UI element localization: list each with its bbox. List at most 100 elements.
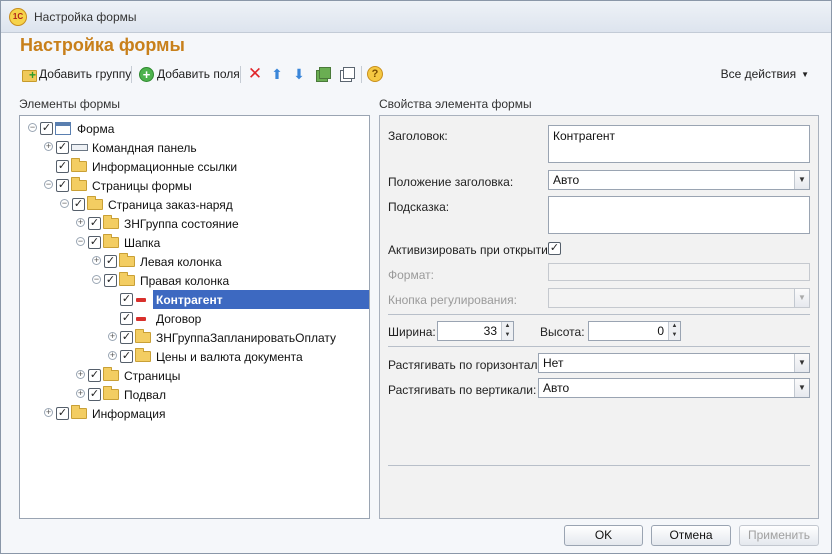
folder-icon	[71, 158, 87, 172]
tree-item-label: Подвал	[124, 388, 166, 402]
folder-add-icon	[21, 66, 37, 82]
all-actions-menu[interactable]: Все действия ▼	[721, 64, 809, 84]
checkbox-checked-icon[interactable]: ✓	[88, 236, 101, 249]
help-button[interactable]: ?	[367, 64, 383, 84]
tree-item-command-panel[interactable]: + ✓ Командная панель	[20, 138, 369, 157]
ok-button[interactable]: OK	[564, 525, 643, 546]
chevron-down-icon[interactable]: ▼	[794, 379, 809, 397]
title-bar: 1С Настройка формы	[1, 1, 831, 33]
checkbox-checked-icon[interactable]: ✓	[104, 255, 117, 268]
checkbox-checked-icon[interactable]: ✓	[40, 122, 53, 135]
stretch-horizontal-select[interactable]: Нет ▼	[538, 353, 810, 373]
tree-item-prices-currency[interactable]: + ✓ Цены и валюта документа	[20, 347, 369, 366]
checkbox-checked-icon[interactable]: ✓	[56, 160, 69, 173]
divider	[388, 346, 810, 347]
spin-updown-icon[interactable]: ▲ ▼	[501, 322, 513, 340]
tree-item-contract[interactable]: ✓ Договор	[20, 309, 369, 328]
height-field[interactable]: 0 ▲ ▼	[588, 321, 681, 341]
tree-item-zn-group-plan-payment[interactable]: + ✓ ЗНГруппаЗапланироватьОплату	[20, 328, 369, 347]
format-field	[548, 263, 810, 281]
checkbox-checked-icon[interactable]: ✓	[88, 388, 101, 401]
expand-icon[interactable]: +	[76, 218, 85, 227]
app-logo-icon: 1С	[9, 8, 27, 26]
divider	[388, 314, 810, 315]
tree-item-page-order[interactable]: − ✓ Страница заказ-наряд	[20, 195, 369, 214]
check-all-button[interactable]	[315, 64, 331, 84]
tree-item-footer[interactable]: + ✓ Подвал	[20, 385, 369, 404]
checkbox-checked-icon[interactable]: ✓	[120, 350, 133, 363]
expand-icon[interactable]: +	[76, 370, 85, 379]
tree-item-label: ЗНГруппа состояние	[124, 217, 239, 231]
tree-item-label: Шапка	[124, 236, 161, 250]
width-field[interactable]: 33 ▲ ▼	[437, 321, 514, 341]
checkbox-checked-icon[interactable]: ✓	[88, 217, 101, 230]
window-title: Настройка формы	[34, 10, 137, 24]
add-fields-button[interactable]: + Добавить поля	[139, 64, 240, 84]
chevron-down-icon[interactable]: ▼	[794, 171, 809, 189]
checkbox-checked-icon[interactable]: ✓	[120, 331, 133, 344]
adjust-button-select: ▼	[548, 288, 810, 308]
spin-updown-icon[interactable]: ▲ ▼	[668, 322, 680, 340]
title-field[interactable]: Контрагент	[548, 125, 810, 163]
expand-icon[interactable]: +	[44, 142, 53, 151]
adjust-button-label: Кнопка регулирования:	[388, 293, 517, 307]
stretch-vertical-select[interactable]: Авто ▼	[538, 378, 810, 398]
tree-item-zn-group-state[interactable]: + ✓ ЗНГруппа состояние	[20, 214, 369, 233]
toolbar-divider	[361, 66, 362, 83]
checkbox-checked-icon[interactable]: ✓	[120, 293, 133, 306]
stretch-vertical-value: Авто	[543, 381, 570, 395]
tree-item-label: Информационные ссылки	[92, 160, 238, 174]
checkbox-checked-icon[interactable]: ✓	[88, 369, 101, 382]
expand-icon[interactable]: +	[44, 408, 53, 417]
collapse-icon[interactable]: −	[92, 275, 101, 284]
checkbox-checked-icon[interactable]: ✓	[56, 407, 69, 420]
cancel-button[interactable]: Отмена	[651, 525, 731, 546]
collapse-icon[interactable]: −	[76, 237, 85, 246]
add-group-button[interactable]: Добавить группу	[21, 64, 131, 84]
tree-item-label: Командная панель	[92, 141, 197, 155]
tree-item-forma[interactable]: − ✓ Форма	[20, 119, 369, 138]
tree-item-counterparty[interactable]: ✓ Контрагент	[20, 290, 369, 309]
width-label: Ширина:	[388, 325, 436, 339]
collapse-icon[interactable]: −	[28, 123, 37, 132]
tree-item-info-links[interactable]: ✓ Информационные ссылки	[20, 157, 369, 176]
checkbox-checked-icon[interactable]: ✓	[56, 179, 69, 192]
move-down-button[interactable]: ⬇	[291, 64, 307, 84]
uncheck-all-button[interactable]	[339, 64, 355, 84]
tree-item-header[interactable]: − ✓ Шапка	[20, 233, 369, 252]
expand-icon[interactable]: +	[76, 389, 85, 398]
expand-icon[interactable]: +	[108, 332, 117, 341]
checkbox-checked-icon[interactable]: ✓	[120, 312, 133, 325]
expand-icon[interactable]: +	[108, 351, 117, 360]
tree-item-label: Договор	[156, 312, 202, 326]
form-elements-tree[interactable]: − ✓ Форма + ✓ Командная панель ✓ Информа…	[19, 115, 370, 519]
delete-button[interactable]: ✕	[247, 64, 263, 84]
title-position-label: Положение заголовка:	[388, 175, 514, 189]
tree-item-right-column[interactable]: − ✓ Правая колонка	[20, 271, 369, 290]
activate-on-open-checkbox[interactable]: ✓	[548, 242, 561, 255]
apply-button[interactable]: Применить	[739, 525, 819, 546]
toolbar: Добавить группу + Добавить поля ✕ ⬆ ⬇ ? …	[19, 64, 819, 84]
tree-item-form-pages[interactable]: − ✓ Страницы формы	[20, 176, 369, 195]
tree-item-information[interactable]: + ✓ Информация	[20, 404, 369, 423]
checkbox-checked-icon[interactable]: ✓	[72, 198, 85, 211]
arrow-down-icon: ⬇	[293, 66, 305, 82]
chevron-down-icon[interactable]: ▼	[794, 354, 809, 372]
form-settings-window: 1С Настройка формы Настройка формы Добав…	[0, 0, 832, 554]
toolbar-divider	[240, 66, 241, 83]
checkbox-checked-icon[interactable]: ✓	[104, 274, 117, 287]
title-position-select[interactable]: Авто ▼	[548, 170, 810, 190]
move-up-button[interactable]: ⬆	[269, 64, 285, 84]
collapse-icon[interactable]: −	[44, 180, 53, 189]
tree-item-label: Страница заказ-наряд	[108, 198, 233, 212]
add-fields-label: Добавить поля	[157, 67, 240, 81]
hint-field[interactable]	[548, 196, 810, 234]
activate-on-open-label: Активизировать при открытии:	[388, 243, 558, 257]
expand-icon[interactable]: +	[92, 256, 101, 265]
collapse-icon[interactable]: −	[60, 199, 69, 208]
tree-item-pages[interactable]: + ✓ Страницы	[20, 366, 369, 385]
folder-icon	[71, 177, 87, 191]
arrow-up-icon: ⬆	[271, 66, 283, 82]
tree-item-left-column[interactable]: + ✓ Левая колонка	[20, 252, 369, 271]
checkbox-checked-icon[interactable]: ✓	[56, 141, 69, 154]
